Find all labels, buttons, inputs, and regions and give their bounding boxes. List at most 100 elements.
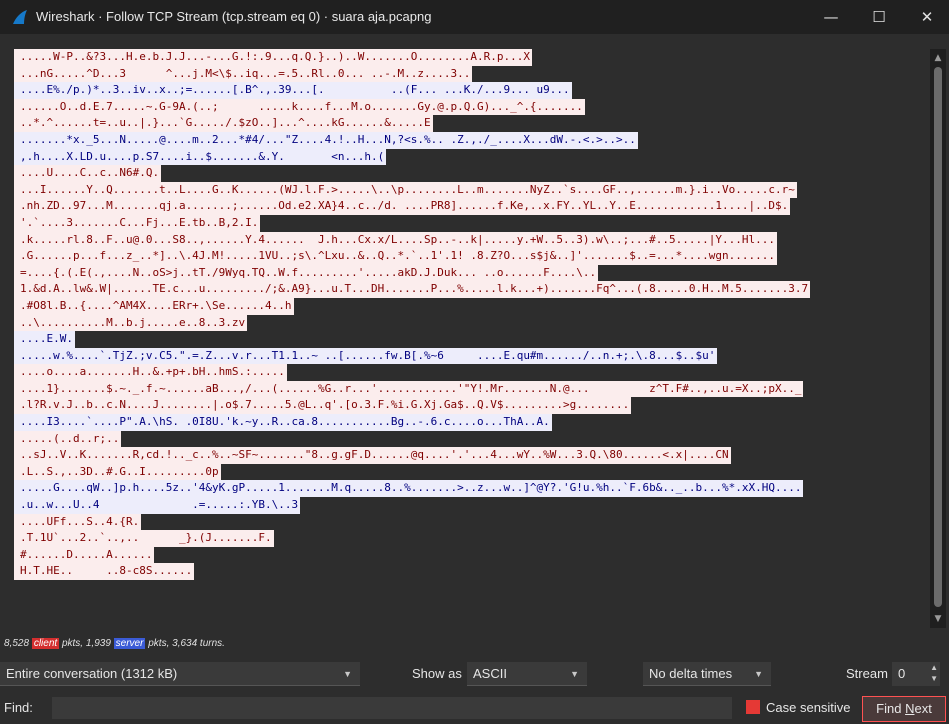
find-next-label: Find	[876, 701, 906, 716]
stream-line-text: ....I3....`....P".A.\hS. .0I8U.'k.~y..R.…	[14, 414, 552, 431]
server-data-line: .u..w...U..4 .=.....:.YB.\..3	[14, 497, 930, 514]
client-data-line: ....o....a.......H..&.+p+.bH..hmS.:.....	[14, 364, 930, 381]
client-data-line: ...I......Y..Q.......t..L....G..K......(…	[14, 181, 930, 199]
stream-line-text: .#O8l.B..{....^AM4X....ERr+.\Se......4..…	[14, 297, 294, 315]
stream-label: Stream	[846, 666, 888, 681]
stream-line-text: ..sJ..V..K.......R,cd.!.._c..%..~SF~....…	[14, 447, 731, 464]
stream-line-text: ,.h....X.LD.u....p.S7....i..$.......&.Y.…	[14, 148, 387, 166]
stream-line-text: ..*.^......t=..u..|.}...`G...../.$zO..].…	[14, 115, 433, 132]
server-data-line: ....E%./p.)*..3..iv..x..;=......[.B^.,.3…	[14, 82, 930, 99]
client-tag: client	[31, 638, 60, 649]
client-data-line: .L..S.,..3D..#.G..I.........0p	[14, 463, 930, 481]
stream-line-text: =....{.(.E(.,....N..oS>j..tT./9Wyq.TQ..W…	[14, 264, 599, 282]
stream-line-text: .nh.ZD..97...M.......qj.a.......;......O…	[14, 198, 791, 215]
stream-line-text: ...I......Y..Q.......t..L....G..K......(…	[14, 181, 797, 199]
client-data-line: .T.1U`...2..`..,.. _}.(J.......F.	[14, 530, 930, 547]
stream-line-text: .k.....rl.8..F..u@.0...S8..,......Y.4...…	[14, 231, 777, 249]
stream-line-text: ....E.W.	[14, 331, 75, 348]
window-title: Wireshark · Follow TCP Stream (tcp.strea…	[36, 9, 432, 24]
show-as-select[interactable]: ASCII ▼	[467, 662, 587, 686]
client-data-line: ..sJ..V..K.......R,cd.!.._c..%..~SF~....…	[14, 447, 930, 464]
stream-line-text: .......*x._5...N.....@....m..2...*#4/...…	[14, 131, 638, 149]
show-as-label: Show as	[412, 666, 462, 681]
chevron-down-icon: ▼	[343, 669, 352, 679]
case-sensitive-checkbox[interactable]	[746, 700, 760, 714]
stream-line-text: 1.&d.A..lw&.W|......TE.c...u........./;&…	[14, 281, 811, 298]
stream-line-text: '.`....3.......C...Fj...E.tb..B,2.I.	[14, 214, 261, 232]
scroll-up-arrow-icon[interactable]: ▲	[930, 51, 946, 65]
delta-times-select[interactable]: No delta times ▼	[643, 662, 771, 686]
chevron-down-icon: ▼	[570, 669, 579, 679]
server-tag: server	[113, 638, 146, 649]
stream-line-text: .G......p...f...z_..*]..\.4J.M!.....1VU.…	[14, 248, 777, 265]
client-data-line: 1.&d.A..lw&.W|......TE.c...u........./;&…	[14, 281, 930, 298]
stream-line-text: .....G....qW..]p.h....5z..'4&yK.gP.....1…	[14, 480, 804, 498]
client-data-line: ....U....C..c..N6#.Q.	[14, 165, 930, 182]
conversation-select[interactable]: Entire conversation (1312 kB) ▼	[0, 662, 360, 686]
server-data-line: .......*x._5...N.....@....m..2...*#4/...…	[14, 131, 930, 149]
stream-line-text: .T.1U`...2..`..,.. _}.(J.......F.	[14, 530, 274, 547]
stream-line-text: H.T.HE.. ..8-c8S......	[14, 563, 195, 580]
client-data-line: ....UFf...S..4.{R.	[14, 513, 930, 531]
client-data-line: .#O8l.B..{....^AM4X....ERr+.\Se......4..…	[14, 297, 930, 315]
stream-stats: 8,528 client pkts, 1,939 server pkts, 3,…	[4, 638, 225, 649]
stream-number-value: 0	[898, 666, 906, 681]
find-label: Find:	[4, 700, 33, 715]
stream-line-text: .....(..d..r;..	[14, 430, 122, 448]
client-data-line: ...nG.....^D...3 ^...j.M<\$..iq...=.5..R…	[14, 65, 930, 83]
stream-line-text: .l?R.v.J..b..c.N....J........|.o$.7.....…	[14, 397, 632, 415]
client-data-line: '.`....3.......C...Fj...E.tb..B,2.I.	[14, 214, 930, 232]
chevron-down-icon: ▼	[754, 669, 763, 679]
stream-line-text: ..\..........M..b.j.....e..8..3.zv	[14, 314, 248, 332]
show-as-value: ASCII	[473, 666, 507, 681]
server-data-line: ....E.W.	[14, 331, 930, 348]
stream-line-text: #......D.....A......	[14, 546, 155, 564]
stream-line-text: .....W-P..&?3...H.e.b.J.J...-...G.!:.9..…	[14, 49, 532, 66]
stats-end-text: pkts, 3,634 turns.	[148, 638, 225, 649]
spin-arrows-icon[interactable]: ▲ ▼	[930, 662, 938, 684]
wireshark-fin-icon	[13, 10, 27, 24]
find-next-label-rest: ext	[914, 701, 932, 716]
stream-line-text: .u..w...U..4 .=.....:.YB.\..3	[14, 497, 301, 514]
find-next-button[interactable]: Find Next	[862, 696, 946, 722]
conversation-select-value: Entire conversation (1312 kB)	[6, 666, 178, 681]
client-data-line: .....(..d..r;..	[14, 430, 930, 448]
client-data-line: .G......p...f...z_..*]..\.4J.M!.....1VU.…	[14, 248, 930, 265]
stream-line-text: .....w.%....`.TjZ.;v.C5.".=.Z...v.r...T1…	[14, 347, 718, 365]
title-bar: Wireshark · Follow TCP Stream (tcp.strea…	[0, 0, 949, 34]
stream-line-text: ......O..d.E.7.....~.G-9A.(..; .....k...…	[14, 98, 585, 116]
client-data-line: H.T.HE.. ..8-c8S......	[14, 563, 930, 580]
server-data-line: .....G....qW..]p.h....5z..'4&yK.gP.....1…	[14, 480, 930, 498]
client-data-line: ..\..........M..b.j.....e..8..3.zv	[14, 314, 930, 332]
stats-middle-text: pkts, 1,939	[61, 638, 111, 649]
stream-content-view[interactable]: .....W-P..&?3...H.e.b.J.J...-...G.!:.9..…	[14, 49, 930, 628]
client-data-line: .k.....rl.8..F..u@.0...S8..,......Y.4...…	[14, 231, 930, 249]
close-button[interactable]: ✕	[904, 0, 949, 34]
follow-tcp-stream-window: Wireshark · Follow TCP Stream (tcp.strea…	[0, 0, 949, 724]
minimize-button[interactable]: —	[808, 0, 854, 34]
client-data-line: .nh.ZD..97...M.......qj.a.......;......O…	[14, 198, 930, 215]
server-data-line: ....I3....`....P".A.\hS. .0I8U.'k.~y..R.…	[14, 414, 930, 431]
client-data-line: ......O..d.E.7.....~.G-9A.(..; .....k...…	[14, 98, 930, 116]
scroll-down-arrow-icon[interactable]: ▼	[930, 612, 946, 626]
client-data-line: ..*.^......t=..u..|.}...`G...../.$zO..].…	[14, 115, 930, 132]
delta-times-value: No delta times	[649, 666, 733, 681]
find-input[interactable]	[52, 697, 732, 719]
stream-number-spinbox[interactable]: 0 ▲ ▼	[892, 662, 940, 686]
stream-line-text: ....UFf...S..4.{R.	[14, 513, 142, 531]
case-sensitive-label[interactable]: Case sensitive	[766, 697, 851, 719]
client-data-line: #......D.....A......	[14, 546, 930, 564]
stream-line-text: ....1}.......$.~._.f.~......aB...,/...(.…	[14, 380, 804, 398]
stream-line-text: ....o....a.......H..&.+p+.bH..hmS.:.....	[14, 364, 287, 381]
vertical-scrollbar[interactable]: ▲ ▼	[930, 49, 946, 628]
client-data-line: =....{.(.E(.,....N..oS>j..tT./9Wyq.TQ..W…	[14, 264, 930, 282]
maximize-button[interactable]: ☐	[856, 0, 902, 34]
stream-line-text: ...nG.....^D...3 ^...j.M<\$..iq...=.5..R…	[14, 65, 473, 83]
client-data-line: .l?R.v.J..b..c.N....J........|.o$.7.....…	[14, 397, 930, 415]
server-data-line: ,.h....X.LD.u....p.S7....i..$.......&.Y.…	[14, 148, 930, 166]
client-packet-count: 8,528	[4, 638, 30, 649]
stream-line-text: ....U....C..c..N6#.Q.	[14, 165, 162, 182]
server-data-line: .....w.%....`.TjZ.;v.C5.".=.Z...v.r...T1…	[14, 347, 930, 365]
stream-line-text: .L..S.,..3D..#.G..I.........0p	[14, 463, 221, 481]
scroll-thumb[interactable]	[934, 67, 942, 607]
